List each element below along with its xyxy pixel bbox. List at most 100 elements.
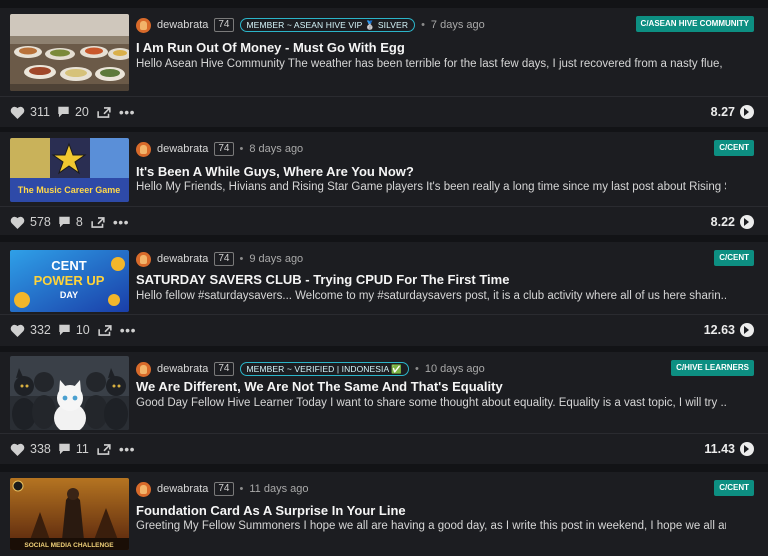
vote-count[interactable]: 332 [30,323,51,337]
community-badge[interactable]: C/CENT [714,480,754,496]
reblog-icon[interactable] [90,216,106,229]
vote-count[interactable]: 311 [30,105,50,119]
author-name[interactable]: dewabrata [157,363,208,375]
post-title[interactable]: Foundation Card As A Surprise In Your Li… [136,503,406,518]
member-badge: MEMBER ~ VERIFIED | INDONESIA ✅ [239,362,409,376]
post-time[interactable]: 11 days ago [249,483,308,495]
avatar[interactable] [136,141,151,157]
post-card: dewabrata 74 MEMBER ~ ASEAN HIVE VIP 🥈 S… [0,8,768,127]
comment-count[interactable]: 11 [76,442,89,456]
post-card: The Music Career Game dewabrata 74 • 8 d… [0,132,768,235]
post-time[interactable]: 8 days ago [249,143,303,155]
member-badge: MEMBER ~ ASEAN HIVE VIP 🥈 SILVER [239,18,416,32]
post-actions: 332 10 ••• [10,321,136,339]
hive-icon [740,442,754,456]
post-summary[interactable]: Good Day Fellow Hive Learner Today I wan… [136,397,726,409]
avatar[interactable] [136,251,151,267]
post-body[interactable]: CENT POWER UP DAY dewabrata 74 • 9 days … [0,242,768,314]
separator-dot: • [414,363,419,375]
heart-icon[interactable] [10,216,25,229]
post-actions: 338 11 ••• [10,440,135,458]
heart-icon[interactable] [10,443,25,456]
post-payout[interactable]: 8.22 [711,213,754,231]
heart-icon[interactable] [10,324,25,337]
post-body[interactable]: dewabrata 74 MEMBER ~ VERIFIED | INDONES… [0,352,768,432]
payout-value: 8.27 [710,105,735,119]
author-name[interactable]: dewabrata [157,253,208,265]
post-body[interactable]: dewabrata 74 MEMBER ~ ASEAN HIVE VIP 🥈 S… [0,8,768,94]
payout-value: 8.22 [710,215,735,229]
post-thumbnail[interactable] [10,14,129,91]
post-summary[interactable]: Hello fellow #saturdaysavers... Welcome … [136,290,726,302]
post-summary[interactable]: Hello Asean Hive Community The weather h… [136,58,726,70]
reblog-icon[interactable] [96,443,112,456]
thumbnail-text-2: POWER UP [34,273,105,288]
comment-icon[interactable] [57,106,70,118]
post-summary[interactable]: Hello My Friends, Hivians and Rising Sta… [136,181,726,193]
thumbnail-text-3: DAY [60,290,78,300]
post-thumbnail[interactable]: CENT POWER UP DAY [10,250,129,312]
post-payout[interactable]: 11.43 [704,440,754,458]
more-icon[interactable]: ••• [120,323,136,337]
comment-count[interactable]: 20 [75,105,89,119]
community-badge[interactable]: C/CENT [714,140,754,156]
hive-icon [740,215,754,229]
post-summary[interactable]: Greeting My Fellow Summoners I hope we a… [136,520,726,532]
post-thumbnail[interactable] [10,356,129,430]
post-body[interactable]: The Music Career Game dewabrata 74 • 8 d… [0,132,768,204]
community-badge[interactable]: C/ASEAN HIVE COMMUNITY [635,16,754,32]
post-footer: 332 10 ••• 12.63 [0,314,768,345]
reputation-badge: 74 [214,362,234,376]
reblog-icon[interactable] [96,106,112,119]
post-title[interactable]: I Am Run Out Of Money - Must Go With Egg [136,40,405,55]
post-thumbnail[interactable]: The Music Career Game [10,138,129,202]
post-meta: dewabrata 74 • 8 days ago [136,140,303,158]
separator-dot: • [239,253,244,265]
thumbnail-caption: SOCIAL MEDIA CHALLENGE [24,542,114,549]
social-media-challenge-thumbnail-image: SOCIAL MEDIA CHALLENGE [10,478,129,550]
author-name[interactable]: dewabrata [157,143,208,155]
reputation-badge: 74 [214,482,234,496]
comment-icon[interactable] [58,324,71,336]
hive-icon [740,323,754,337]
post-footer: 338 11 ••• 11.43 [0,433,768,464]
post-card: dewabrata 74 MEMBER ~ VERIFIED | INDONES… [0,352,768,464]
reblog-icon[interactable] [97,324,113,337]
separator-dot: • [239,143,244,155]
comment-icon[interactable] [58,216,71,228]
post-feed: dewabrata 74 MEMBER ~ ASEAN HIVE VIP 🥈 S… [0,0,768,556]
comment-count[interactable]: 8 [76,215,83,229]
post-time[interactable]: 9 days ago [249,253,303,265]
post-time[interactable]: 10 days ago [425,363,485,375]
heart-icon[interactable] [10,106,25,119]
avatar[interactable] [136,361,151,377]
payout-value: 12.63 [703,323,735,337]
author-name[interactable]: dewabrata [157,483,208,495]
vote-count[interactable]: 578 [30,215,51,229]
post-thumbnail[interactable]: SOCIAL MEDIA CHALLENGE [10,478,129,550]
post-title[interactable]: We Are Different, We Are Not The Same An… [136,379,503,394]
comment-count[interactable]: 10 [76,323,90,337]
post-card: CENT POWER UP DAY dewabrata 74 • 9 days … [0,242,768,346]
music-game-thumbnail-image: The Music Career Game [10,138,129,202]
avatar[interactable] [136,481,151,497]
food-thumbnail-image [10,14,129,91]
post-title[interactable]: It's Been A While Guys, Where Are You No… [136,164,414,179]
reputation-badge: 74 [214,142,234,156]
community-badge[interactable]: C/CENT [714,250,754,266]
post-payout[interactable]: 12.63 [704,321,754,339]
separator-dot: • [421,19,425,31]
more-icon[interactable]: ••• [113,215,129,229]
post-body[interactable]: SOCIAL MEDIA CHALLENGE dewabrata 74 • 11… [0,472,768,556]
reputation-badge: 74 [214,18,234,32]
more-icon[interactable]: ••• [119,442,135,456]
post-title[interactable]: SATURDAY SAVERS CLUB - Trying CPUD For T… [136,272,509,287]
post-time[interactable]: 7 days ago [431,19,485,31]
more-icon[interactable]: ••• [119,105,135,119]
vote-count[interactable]: 338 [30,442,51,456]
avatar[interactable] [136,17,151,33]
author-name[interactable]: dewabrata [157,19,208,31]
comment-icon[interactable] [58,443,71,455]
community-badge[interactable]: C/HIVE LEARNERS [671,360,754,376]
post-payout[interactable]: 8.27 [711,103,754,121]
